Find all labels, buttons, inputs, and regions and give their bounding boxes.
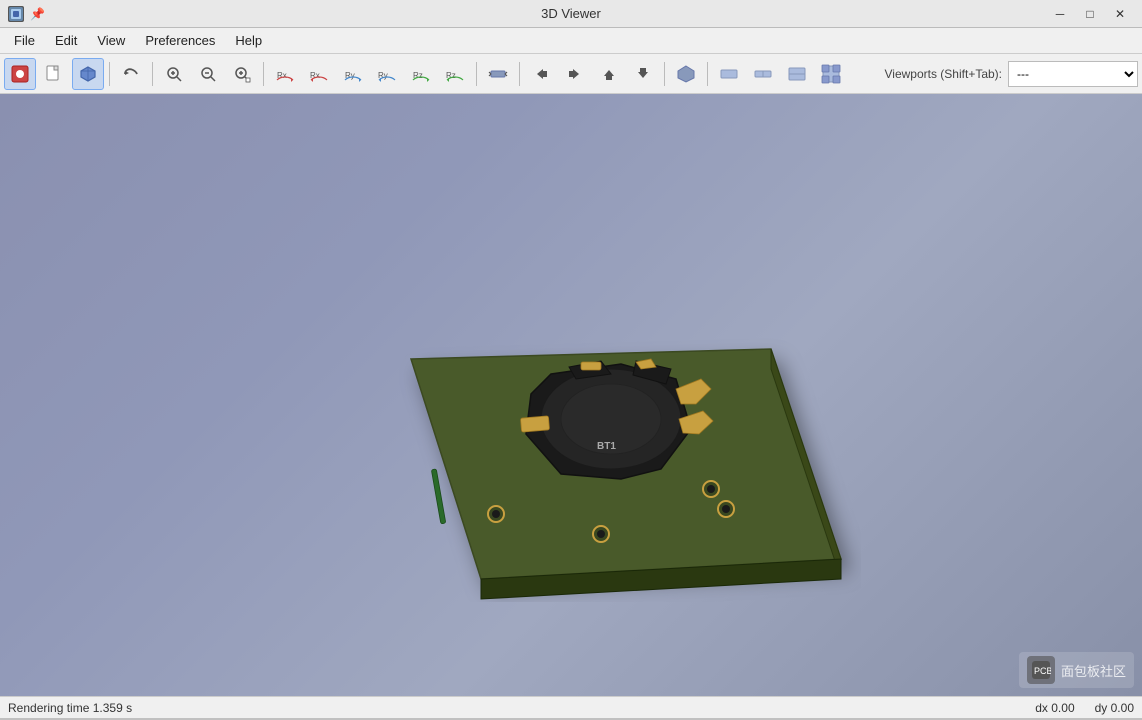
via-bottom-center-center bbox=[597, 530, 605, 538]
toolbar-view4-btn[interactable] bbox=[815, 58, 847, 90]
via-right-upper-center bbox=[707, 485, 715, 493]
menu-help[interactable]: Help bbox=[225, 30, 272, 51]
window-controls: ─ □ ✕ bbox=[1046, 3, 1134, 25]
toolbar-up-btn[interactable] bbox=[593, 58, 625, 90]
menu-edit[interactable]: Edit bbox=[45, 30, 87, 51]
toolbar-view2-btn[interactable] bbox=[747, 58, 779, 90]
toolbar-new-btn[interactable] bbox=[38, 58, 70, 90]
sep5 bbox=[519, 62, 520, 86]
watermark: PCB 面包板社区 bbox=[1019, 652, 1134, 688]
via-bottom-left-center bbox=[492, 510, 500, 518]
sep2 bbox=[152, 62, 153, 86]
trace-left bbox=[431, 469, 445, 524]
sep7 bbox=[707, 62, 708, 86]
toolbar-rotx-neg-btn[interactable]: Rx bbox=[303, 58, 335, 90]
dx-display: dx 0.00 bbox=[1035, 701, 1074, 715]
via-right-lower-center bbox=[722, 505, 730, 513]
toolbar-rotz-neg-btn[interactable]: Rz bbox=[439, 58, 471, 90]
toolbar-zoomout-btn[interactable] bbox=[192, 58, 224, 90]
sep3 bbox=[263, 62, 264, 86]
close-button[interactable]: ✕ bbox=[1106, 3, 1134, 25]
maximize-button[interactable]: □ bbox=[1076, 3, 1104, 25]
toolbar-component-btn[interactable] bbox=[670, 58, 702, 90]
toolbar-3dbox-btn[interactable] bbox=[72, 58, 104, 90]
statusbar: Rendering time 1.359 s dx 0.00 dy 0.00 bbox=[0, 696, 1142, 718]
app-icon bbox=[8, 6, 24, 22]
toolbar-left-btn[interactable] bbox=[525, 58, 557, 90]
toolbar-rotx-btn[interactable]: Rx bbox=[269, 58, 301, 90]
contact-top-left bbox=[581, 362, 601, 370]
toolbar-rotz-btn[interactable]: Rz bbox=[405, 58, 437, 90]
component-label: BT1 bbox=[597, 441, 616, 452]
viewport-label: Viewports (Shift+Tab): bbox=[885, 67, 1007, 81]
menu-preferences[interactable]: Preferences bbox=[135, 30, 225, 51]
toolbar-view1-btn[interactable] bbox=[713, 58, 745, 90]
svg-text:Rx: Rx bbox=[310, 71, 320, 80]
titlebar: 📌 3D Viewer ─ □ ✕ bbox=[0, 0, 1142, 28]
minimize-button[interactable]: ─ bbox=[1046, 3, 1074, 25]
toolbar-home-btn[interactable] bbox=[4, 58, 36, 90]
contact-left bbox=[520, 416, 549, 432]
toolbar-undo-btn[interactable] bbox=[115, 58, 147, 90]
toolbar-roty-neg-btn[interactable]: Ry bbox=[371, 58, 403, 90]
toolbar-roty-btn[interactable]: Ry bbox=[337, 58, 369, 90]
pin-icon[interactable]: 📌 bbox=[30, 7, 44, 21]
pcb-scene: BT1 bbox=[281, 179, 861, 659]
menu-file[interactable]: File bbox=[4, 30, 45, 51]
svg-text:Rz: Rz bbox=[446, 71, 456, 80]
toolbar-flip-btn[interactable] bbox=[482, 58, 514, 90]
toolbar-view3-btn[interactable] bbox=[781, 58, 813, 90]
sep1 bbox=[109, 62, 110, 86]
menubar: File Edit View Preferences Help bbox=[0, 28, 1142, 54]
toolbar: Rx Rx Ry Ry Rz Rz bbox=[0, 54, 1142, 94]
statusbar-right: dx 0.00 dy 0.00 bbox=[1035, 701, 1134, 715]
rendering-time: Rendering time 1.359 s bbox=[8, 701, 132, 715]
svg-text:Ry: Ry bbox=[378, 71, 388, 80]
viewport-3d[interactable]: BT1 PCB bbox=[0, 94, 1142, 696]
watermark-icon: PCB bbox=[1027, 656, 1055, 684]
viewport-select[interactable]: --- bbox=[1008, 61, 1138, 87]
watermark-text: 面包板社区 bbox=[1061, 661, 1126, 680]
titlebar-left: 📌 bbox=[8, 6, 44, 22]
sep4 bbox=[476, 62, 477, 86]
toolbar-down-btn[interactable] bbox=[627, 58, 659, 90]
toolbar-right-btn[interactable] bbox=[559, 58, 591, 90]
window-title: 3D Viewer bbox=[541, 6, 601, 21]
toolbar-zoomfit-btn[interactable] bbox=[226, 58, 258, 90]
toolbar-zoomin-btn[interactable] bbox=[158, 58, 190, 90]
dy-display: dy 0.00 bbox=[1095, 701, 1134, 715]
sep6 bbox=[664, 62, 665, 86]
svg-text:PCB: PCB bbox=[1034, 666, 1051, 676]
menu-view[interactable]: View bbox=[87, 30, 135, 51]
